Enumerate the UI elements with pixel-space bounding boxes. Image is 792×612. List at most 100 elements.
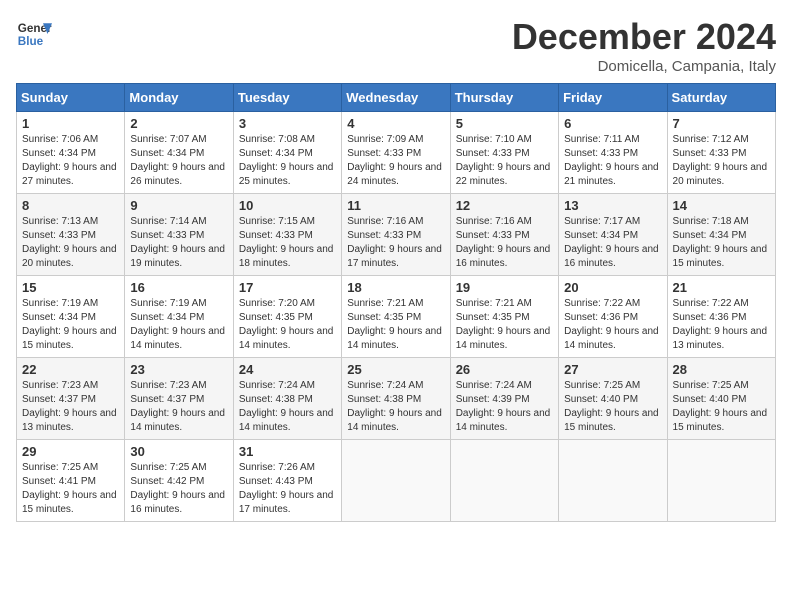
day-number: 22 <box>22 362 119 377</box>
week-row-1: 1 Sunrise: 7:06 AMSunset: 4:34 PMDaylight… <box>17 112 776 194</box>
cell-text: Sunrise: 7:23 AMSunset: 4:37 PMDaylight:… <box>130 380 225 433</box>
cell-text: Sunrise: 7:24 AMSunset: 4:39 PMDaylight:… <box>456 380 551 433</box>
cell-text: Sunrise: 7:17 AMSunset: 4:34 PMDaylight:… <box>564 216 659 269</box>
day-cell: 4Sunrise: 7:09 AMSunset: 4:33 PMDaylight… <box>342 112 450 194</box>
cell-text: Sunrise: 7:18 AMSunset: 4:34 PMDaylight:… <box>673 216 768 269</box>
day-cell: 21 Sunrise: 7:22 AMSunset: 4:36 PMDayligh… <box>667 276 775 358</box>
cell-text: Sunrise: 7:11 AMSunset: 4:33 PMDaylight:… <box>564 134 659 187</box>
day-number: 5 <box>456 116 553 131</box>
day-number: 18 <box>347 280 444 295</box>
cell-text: Sunrise: 7:16 AMSunset: 4:33 PMDaylight:… <box>456 216 551 269</box>
day-number: 9 <box>130 198 227 213</box>
cell-text: Sunrise: 7:26 AMSunset: 4:43 PMDaylight:… <box>239 462 334 515</box>
header-row: SundayMondayTuesdayWednesdayThursdayFrid… <box>17 84 776 112</box>
cell-text: Sunrise: 7:21 AMSunset: 4:35 PMDaylight:… <box>456 298 551 351</box>
day-cell: 18 Sunrise: 7:21 AMSunset: 4:35 PMDayligh… <box>342 276 450 358</box>
day-cell: 13Sunrise: 7:17 AMSunset: 4:34 PMDayligh… <box>559 194 667 276</box>
day-cell <box>450 440 558 522</box>
cell-text: Sunrise: 7:14 AMSunset: 4:33 PMDaylight:… <box>130 216 225 269</box>
day-number: 30 <box>130 444 227 459</box>
day-number: 1 <box>22 116 119 131</box>
title-block: December 2024 Domicella, Campania, Italy <box>512 16 776 75</box>
day-cell: 24Sunrise: 7:24 AMSunset: 4:38 PMDayligh… <box>233 358 341 440</box>
cell-text: Sunrise: 7:19 AMSunset: 4:34 PMDaylight:… <box>130 298 225 351</box>
day-number: 26 <box>456 362 553 377</box>
cell-text: Sunrise: 7:25 AMSunset: 4:40 PMDaylight:… <box>564 380 659 433</box>
col-header-thursday: Thursday <box>450 84 558 112</box>
day-number: 7 <box>673 116 770 131</box>
day-number: 28 <box>673 362 770 377</box>
day-cell: 29 Sunrise: 7:25 AMSunset: 4:41 PMDayligh… <box>17 440 125 522</box>
cell-text: Sunrise: 7:10 AMSunset: 4:33 PMDaylight:… <box>456 134 551 187</box>
day-cell: 2Sunrise: 7:07 AMSunset: 4:34 PMDaylight… <box>125 112 233 194</box>
col-header-tuesday: Tuesday <box>233 84 341 112</box>
day-number: 21 <box>673 280 770 295</box>
cell-text: Sunrise: 7:24 AMSunset: 4:38 PMDaylight:… <box>239 380 334 433</box>
cell-text: Sunrise: 7:15 AMSunset: 4:33 PMDaylight:… <box>239 216 334 269</box>
day-cell: 27 Sunrise: 7:25 AMSunset: 4:40 PMDayligh… <box>559 358 667 440</box>
cell-text: Sunrise: 7:19 AMSunset: 4:34 PMDaylight:… <box>22 298 117 351</box>
day-cell: 9 Sunrise: 7:14 AMSunset: 4:33 PMDaylight… <box>125 194 233 276</box>
day-number: 14 <box>673 198 770 213</box>
day-number: 3 <box>239 116 336 131</box>
cell-text: Sunrise: 7:22 AMSunset: 4:36 PMDaylight:… <box>673 298 768 351</box>
day-cell: 8 Sunrise: 7:13 AMSunset: 4:33 PMDaylight… <box>17 194 125 276</box>
logo: General Blue <box>16 16 52 52</box>
day-number: 25 <box>347 362 444 377</box>
col-header-sunday: Sunday <box>17 84 125 112</box>
cell-text: Sunrise: 7:09 AMSunset: 4:33 PMDaylight:… <box>347 134 442 187</box>
day-cell: 17Sunrise: 7:20 AMSunset: 4:35 PMDayligh… <box>233 276 341 358</box>
cell-text: Sunrise: 7:22 AMSunset: 4:36 PMDaylight:… <box>564 298 659 351</box>
week-row-2: 8 Sunrise: 7:13 AMSunset: 4:33 PMDaylight… <box>17 194 776 276</box>
day-cell <box>559 440 667 522</box>
day-cell: 28 Sunrise: 7:25 AMSunset: 4:40 PMDayligh… <box>667 358 775 440</box>
cell-text: Sunrise: 7:16 AMSunset: 4:33 PMDaylight:… <box>347 216 442 269</box>
cell-text: Sunrise: 7:24 AMSunset: 4:38 PMDaylight:… <box>347 380 442 433</box>
cell-text: Sunrise: 7:25 AMSunset: 4:41 PMDaylight:… <box>22 462 117 515</box>
cell-text: Sunrise: 7:08 AMSunset: 4:34 PMDaylight:… <box>239 134 334 187</box>
day-cell: 6 Sunrise: 7:11 AMSunset: 4:33 PMDaylight… <box>559 112 667 194</box>
location-title: Domicella, Campania, Italy <box>512 58 776 75</box>
logo-icon: General Blue <box>16 16 52 52</box>
col-header-saturday: Saturday <box>667 84 775 112</box>
day-number: 16 <box>130 280 227 295</box>
day-cell: 14 Sunrise: 7:18 AMSunset: 4:34 PMDayligh… <box>667 194 775 276</box>
cell-text: Sunrise: 7:13 AMSunset: 4:33 PMDaylight:… <box>22 216 117 269</box>
day-cell: 12Sunrise: 7:16 AMSunset: 4:33 PMDayligh… <box>450 194 558 276</box>
day-cell: 10Sunrise: 7:15 AMSunset: 4:33 PMDayligh… <box>233 194 341 276</box>
day-cell: 31Sunrise: 7:26 AMSunset: 4:43 PMDayligh… <box>233 440 341 522</box>
day-number: 8 <box>22 198 119 213</box>
day-cell: 25 Sunrise: 7:24 AMSunset: 4:38 PMDayligh… <box>342 358 450 440</box>
day-cell: 15Sunrise: 7:19 AMSunset: 4:34 PMDayligh… <box>17 276 125 358</box>
day-cell <box>667 440 775 522</box>
cell-text: Sunrise: 7:25 AMSunset: 4:42 PMDaylight:… <box>130 462 225 515</box>
cell-text: Sunrise: 7:21 AMSunset: 4:35 PMDaylight:… <box>347 298 442 351</box>
day-number: 6 <box>564 116 661 131</box>
day-cell <box>342 440 450 522</box>
cell-text: Sunrise: 7:12 AMSunset: 4:33 PMDaylight:… <box>673 134 768 187</box>
week-row-3: 15Sunrise: 7:19 AMSunset: 4:34 PMDayligh… <box>17 276 776 358</box>
day-cell: 3 Sunrise: 7:08 AMSunset: 4:34 PMDaylight… <box>233 112 341 194</box>
day-cell: 5 Sunrise: 7:10 AMSunset: 4:33 PMDaylight… <box>450 112 558 194</box>
day-cell: 26 Sunrise: 7:24 AMSunset: 4:39 PMDayligh… <box>450 358 558 440</box>
cell-text: Sunrise: 7:23 AMSunset: 4:37 PMDaylight:… <box>22 380 117 433</box>
cell-text: Sunrise: 7:06 AMSunset: 4:34 PMDaylight:… <box>22 134 117 187</box>
day-number: 20 <box>564 280 661 295</box>
day-number: 27 <box>564 362 661 377</box>
col-header-wednesday: Wednesday <box>342 84 450 112</box>
day-number: 19 <box>456 280 553 295</box>
day-cell: 11 Sunrise: 7:16 AMSunset: 4:33 PMDayligh… <box>342 194 450 276</box>
day-number: 2 <box>130 116 227 131</box>
month-title: December 2024 <box>512 16 776 58</box>
day-number: 23 <box>130 362 227 377</box>
col-header-friday: Friday <box>559 84 667 112</box>
day-number: 29 <box>22 444 119 459</box>
calendar-table: SundayMondayTuesdayWednesdayThursdayFrid… <box>16 83 776 522</box>
week-row-5: 29 Sunrise: 7:25 AMSunset: 4:41 PMDayligh… <box>17 440 776 522</box>
week-row-4: 22 Sunrise: 7:23 AMSunset: 4:37 PMDayligh… <box>17 358 776 440</box>
day-cell: 16 Sunrise: 7:19 AMSunset: 4:34 PMDayligh… <box>125 276 233 358</box>
cell-text: Sunrise: 7:25 AMSunset: 4:40 PMDaylight:… <box>673 380 768 433</box>
day-number: 11 <box>347 198 444 213</box>
col-header-monday: Monday <box>125 84 233 112</box>
day-cell: 19 Sunrise: 7:21 AMSunset: 4:35 PMDayligh… <box>450 276 558 358</box>
